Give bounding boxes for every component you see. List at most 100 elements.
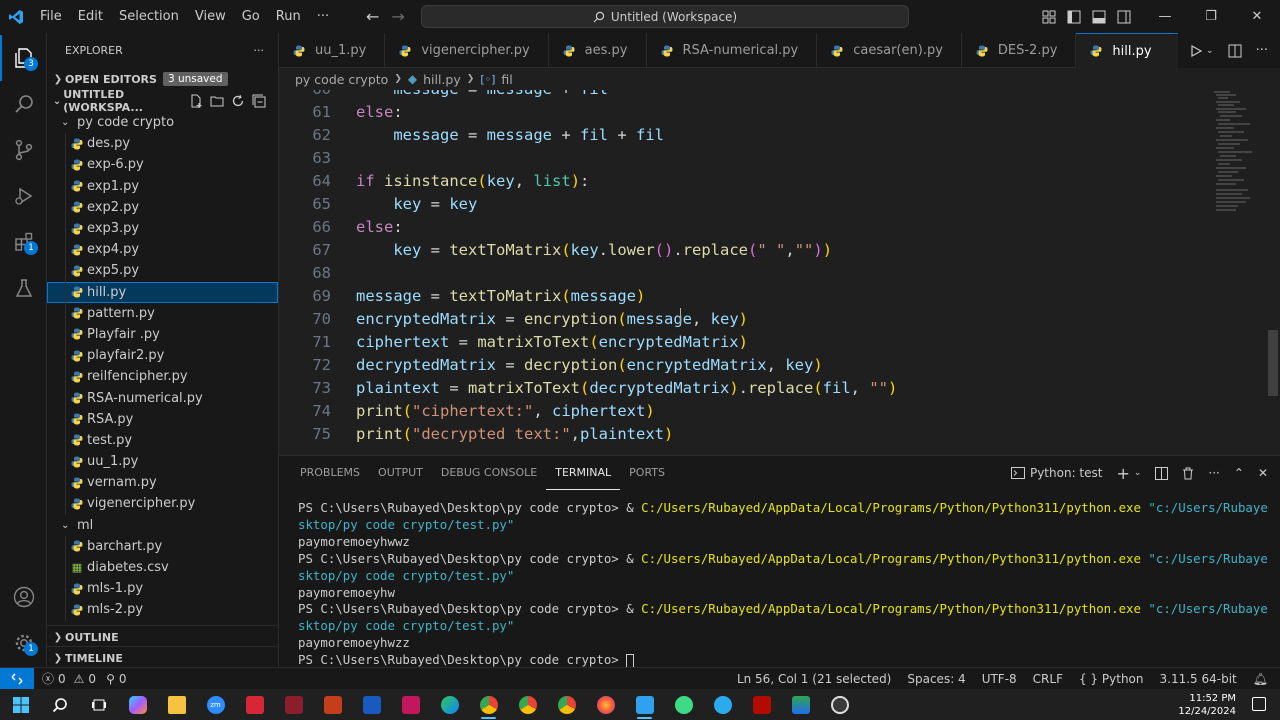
minimap[interactable] (1206, 90, 1266, 220)
file-item[interactable]: Playfair .py (47, 323, 278, 346)
back-arrow-icon[interactable]: ← (366, 7, 379, 26)
open-editors-section[interactable]: ❯ OPEN EDITORS 3 unsaved (47, 68, 278, 90)
taskbar-search-icon[interactable] (40, 689, 79, 720)
breadcrumb-file[interactable]: hill.py (423, 72, 461, 87)
telegram-icon[interactable] (703, 689, 742, 720)
toggle-panel-icon[interactable] (1086, 0, 1111, 33)
extensions-icon[interactable]: 1 (0, 219, 47, 265)
app-dark-red-icon[interactable] (274, 689, 313, 720)
menu-go[interactable]: Go (234, 0, 268, 33)
tab-output[interactable]: OUTPUT (369, 456, 432, 490)
split-editor-icon[interactable] (1228, 44, 1242, 58)
close-window-button[interactable]: ✕ (1234, 0, 1280, 33)
file-item[interactable]: vigenercipher.py (47, 493, 278, 515)
app-m-icon[interactable] (391, 689, 430, 720)
editor-tab[interactable]: RSA-numerical.py (647, 33, 818, 68)
command-center-search[interactable]: Untitled (Workspace) (421, 5, 909, 28)
workspace-section[interactable]: ⌄ UNTITLED (WORKSPA... (47, 88, 278, 114)
task-view-icon[interactable] (79, 689, 118, 720)
editor-tab[interactable]: caesar(en).py (817, 33, 962, 68)
menu-run[interactable]: Run (268, 0, 309, 33)
line-ending[interactable]: CRLF (1033, 672, 1063, 686)
system-clock[interactable]: 11:52 PM 12/24/2024 (1178, 689, 1236, 720)
python-interpreter[interactable]: 3.11.5 64-bit (1160, 672, 1237, 686)
outline-section[interactable]: ❯ OUTLINE (47, 626, 278, 648)
notifications-bell-icon[interactable]: 🔔︎ (1253, 672, 1268, 686)
editor-tab[interactable]: vigenercipher.py (385, 33, 549, 68)
file-item[interactable]: des.py (47, 133, 278, 155)
refresh-icon[interactable] (231, 94, 245, 108)
explorer-more-icon[interactable]: ··· (254, 44, 265, 57)
terminal-dropdown-icon[interactable]: ⌄ (1134, 468, 1142, 478)
code-editor[interactable]: 60 message = message + fil 61else: 62 me… (279, 90, 1199, 455)
explorer-activity-icon[interactable]: 3 (0, 35, 47, 81)
file-item[interactable]: pattern.py (47, 302, 278, 324)
windows-start-icon[interactable] (1, 689, 40, 720)
file-item[interactable]: reilfencipher.py (47, 366, 278, 388)
ports-status[interactable]: ⚲ 0 (106, 672, 126, 686)
edge-icon[interactable] (430, 689, 469, 720)
menu-file[interactable]: File (32, 0, 70, 33)
restore-button[interactable]: ❐ (1188, 0, 1234, 33)
file-explorer-icon[interactable] (157, 689, 196, 720)
powerpoint-icon[interactable] (313, 689, 352, 720)
file-item[interactable]: exp-6.py (47, 154, 278, 176)
tab-ports[interactable]: PORTS (620, 456, 674, 490)
search-activity-icon[interactable] (0, 81, 47, 127)
folder-ml[interactable]: ⌄ ml (47, 515, 278, 536)
zoom-icon[interactable]: zm (196, 689, 235, 720)
file-item[interactable]: barchart.py (47, 535, 278, 557)
app-red-icon[interactable] (235, 689, 274, 720)
file-item[interactable]: vernam.py (47, 472, 278, 494)
file-item[interactable]: RSA.py (47, 408, 278, 430)
forward-arrow-icon[interactable]: → (391, 7, 404, 26)
encoding[interactable]: UTF-8 (982, 672, 1017, 686)
file-item[interactable]: uu_1.py (47, 451, 278, 473)
file-item[interactable]: exp5.py (47, 260, 278, 282)
timeline-section[interactable]: ❯ TIMELINE (47, 647, 278, 669)
maximize-panel-icon[interactable]: ⌃ (1234, 466, 1244, 480)
toggle-sidebar-icon[interactable] (1061, 0, 1086, 33)
chrome-icon-2[interactable] (508, 689, 547, 720)
file-item[interactable]: ▦ diabetes.csv (47, 556, 278, 579)
file-item[interactable]: exp3.py (47, 217, 278, 240)
file-item[interactable]: exp4.py (47, 239, 278, 261)
more-actions-icon[interactable]: ··· (1208, 466, 1219, 480)
terminal-output[interactable]: PS C:\Users\Rubayed\Desktop\py code cryp… (298, 500, 1268, 669)
breadcrumb-folder[interactable]: py code crypto (295, 72, 388, 87)
app-landscape-icon[interactable] (781, 689, 820, 720)
menu-selection[interactable]: Selection (111, 0, 187, 33)
tab-debug-console[interactable]: DEBUG CONSOLE (432, 456, 546, 490)
editor-tab[interactable]: aes.py (549, 33, 647, 68)
editor-scrollbar[interactable] (1268, 330, 1278, 396)
editor-tab[interactable]: uu_1.py (279, 33, 386, 68)
menu-edit[interactable]: Edit (70, 0, 111, 33)
vscode-taskbar-icon[interactable] (625, 689, 664, 720)
problems-status[interactable]: ⓧ 0 ⚠ 0 (42, 670, 96, 687)
minimize-button[interactable]: — (1142, 0, 1188, 33)
chrome-icon-3[interactable] (547, 689, 586, 720)
settings-gear-icon[interactable]: 1 (0, 620, 47, 666)
run-debug-icon[interactable] (0, 173, 47, 219)
collapse-all-icon[interactable] (252, 94, 266, 108)
file-item[interactable]: mls-2.py (47, 599, 278, 621)
tab-terminal[interactable]: TERMINAL (546, 456, 621, 490)
app-settings-icon[interactable] (820, 689, 859, 720)
remote-indicator-icon[interactable] (0, 667, 34, 690)
terminal-selector[interactable]: Python: test (1010, 466, 1102, 480)
copilot-icon[interactable] (118, 689, 157, 720)
firefox-icon[interactable] (586, 689, 625, 720)
split-terminal-icon[interactable] (1155, 466, 1169, 480)
cursor-position[interactable]: Ln 56, Col 1 (21 selected) (737, 672, 891, 686)
file-item[interactable]: exp1.py (47, 175, 278, 197)
run-python-file-icon[interactable] (1190, 44, 1203, 57)
file-item[interactable]: RSA-numerical.py (47, 387, 278, 409)
customize-layout-icon[interactable] (1036, 0, 1061, 33)
new-file-icon[interactable] (189, 94, 203, 108)
folder-py-code-crypto[interactable]: ⌄ py code crypto (47, 112, 278, 133)
breadcrumb-symbol[interactable]: fil (501, 72, 512, 87)
word-icon[interactable] (352, 689, 391, 720)
file-item[interactable]: test.py (47, 429, 278, 451)
tab-problems[interactable]: PROBLEMS (291, 456, 369, 490)
menu-more[interactable]: ··· (309, 0, 337, 33)
